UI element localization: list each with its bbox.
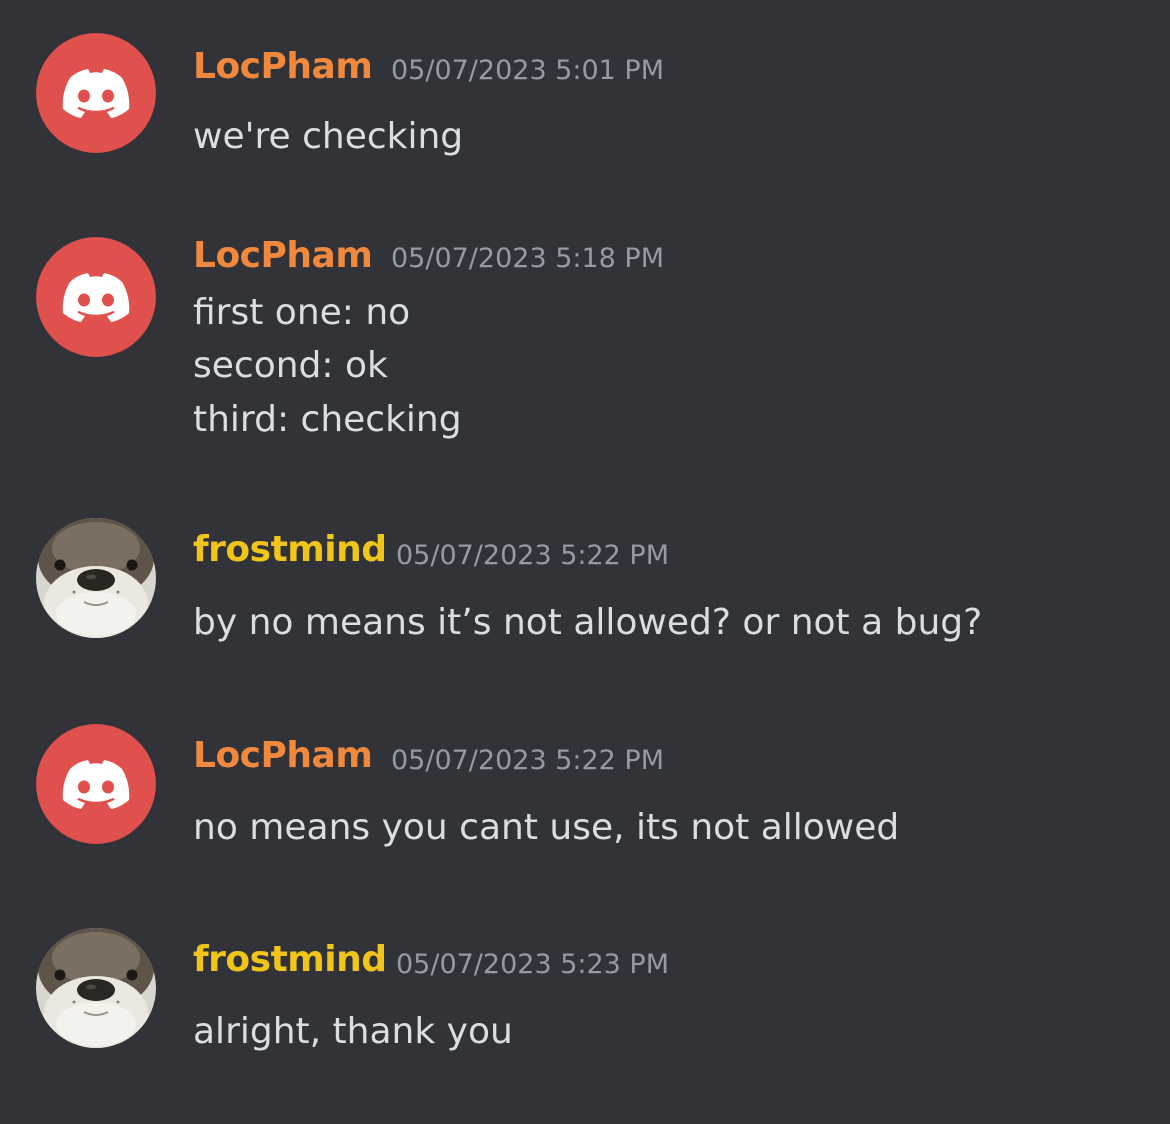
message-timestamp: 05/07/2023 5:18 PM (391, 243, 664, 274)
author-name[interactable]: LocPham (193, 49, 373, 85)
message-timestamp: 05/07/2023 5:01 PM (391, 55, 664, 86)
message-content: no means you cant use, its not allowed (193, 807, 900, 848)
author-name[interactable]: LocPham (193, 738, 373, 774)
user-avatar[interactable] (36, 33, 156, 153)
message-content: third: checking (193, 399, 462, 440)
message: frostmind 05/07/2023 5:23 PM alright, th… (0, 910, 1170, 1100)
message-timestamp: 05/07/2023 5:22 PM (396, 540, 669, 571)
message: frostmind 05/07/2023 5:22 PM by no means… (0, 500, 1170, 680)
discord-logo-icon (36, 33, 156, 153)
message: LocPham 05/07/2023 5:01 PM we're checkin… (0, 0, 1170, 200)
message-content: second: ok (193, 345, 388, 386)
user-avatar[interactable] (36, 724, 156, 844)
message-timestamp: 05/07/2023 5:22 PM (391, 745, 664, 776)
user-avatar[interactable] (36, 237, 156, 357)
otter-photo (36, 518, 156, 638)
message: LocPham 05/07/2023 5:18 PM first one: no… (0, 220, 1170, 460)
author-name[interactable]: frostmind (193, 942, 387, 978)
user-avatar[interactable] (36, 518, 156, 638)
message-timestamp: 05/07/2023 5:23 PM (396, 949, 669, 980)
author-name[interactable]: LocPham (193, 238, 373, 274)
author-name[interactable]: frostmind (193, 532, 387, 568)
otter-photo (36, 928, 156, 1048)
message-content: by no means it’s not allowed? or not a b… (193, 602, 983, 643)
message-content: first one: no (193, 292, 411, 333)
discord-logo-icon (36, 237, 156, 357)
message-content: alright, thank you (193, 1011, 513, 1052)
message-content: we're checking (193, 116, 464, 157)
user-avatar[interactable] (36, 928, 156, 1048)
discord-logo-icon (36, 724, 156, 844)
message: LocPham 05/07/2023 5:22 PM no means you … (0, 700, 1170, 890)
